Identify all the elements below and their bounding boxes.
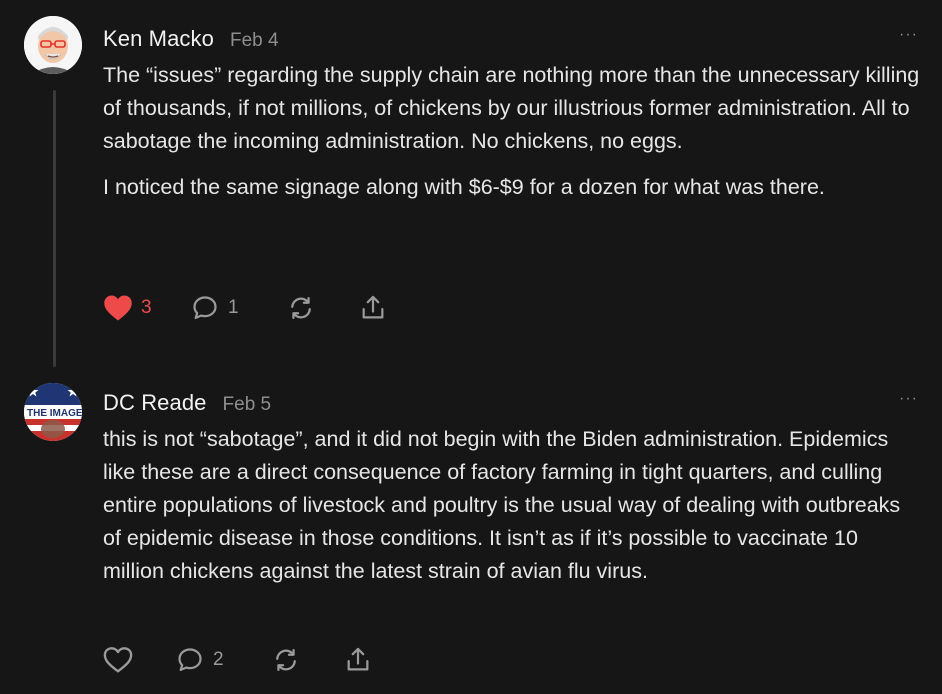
comment-actions: 3 1: [103, 293, 388, 323]
thread-line: [53, 90, 56, 367]
like-button[interactable]: [103, 646, 175, 674]
comment-header: DC Reade Feb 5: [103, 390, 271, 416]
like-count: 3: [141, 297, 152, 318]
like-button[interactable]: 3: [103, 294, 190, 322]
share-icon: [347, 647, 369, 671]
author-name[interactable]: Ken Macko: [103, 26, 214, 52]
comment-icon: [193, 296, 217, 320]
avatar-image: [24, 16, 82, 74]
comment-paragraph: The “issues” regarding the supply chain …: [103, 63, 920, 153]
more-options-icon[interactable]: ···: [899, 26, 918, 44]
restack-icon: [291, 296, 311, 320]
comment-date[interactable]: Feb 5: [223, 394, 272, 416]
avatar-logo-text: THE IMAGE: [27, 408, 82, 419]
comment-body: this is not “sabotage”, and it did not b…: [103, 423, 923, 601]
comment-icon: [178, 648, 202, 672]
avatar[interactable]: THE IMAGE: [24, 383, 82, 441]
more-options-icon[interactable]: ···: [899, 390, 918, 408]
comment-actions: 2: [103, 645, 373, 675]
comment-paragraph: this is not “sabotage”, and it did not b…: [103, 427, 901, 583]
heart-icon: [104, 295, 132, 321]
reply-count: 1: [228, 297, 239, 318]
restack-button[interactable]: [271, 646, 343, 674]
reply-count: 2: [213, 649, 224, 670]
comment-paragraph: I noticed the same signage along with $6…: [103, 175, 825, 199]
author-name[interactable]: DC Reade: [103, 390, 207, 416]
comment-header: Ken Macko Feb 4: [103, 26, 279, 52]
share-button[interactable]: [358, 294, 388, 322]
restack-icon: [276, 648, 296, 672]
comment-date[interactable]: Feb 4: [230, 30, 279, 52]
comment-body: The “issues” regarding the supply chain …: [103, 59, 923, 217]
share-icon: [362, 295, 384, 319]
reply-button[interactable]: 2: [175, 646, 271, 674]
reply-button[interactable]: 1: [190, 294, 286, 322]
avatar[interactable]: [24, 16, 82, 74]
avatar-image: THE IMAGE: [24, 383, 82, 441]
share-button[interactable]: [343, 646, 373, 674]
restack-button[interactable]: [286, 294, 358, 322]
heart-outline-icon: [103, 647, 133, 673]
